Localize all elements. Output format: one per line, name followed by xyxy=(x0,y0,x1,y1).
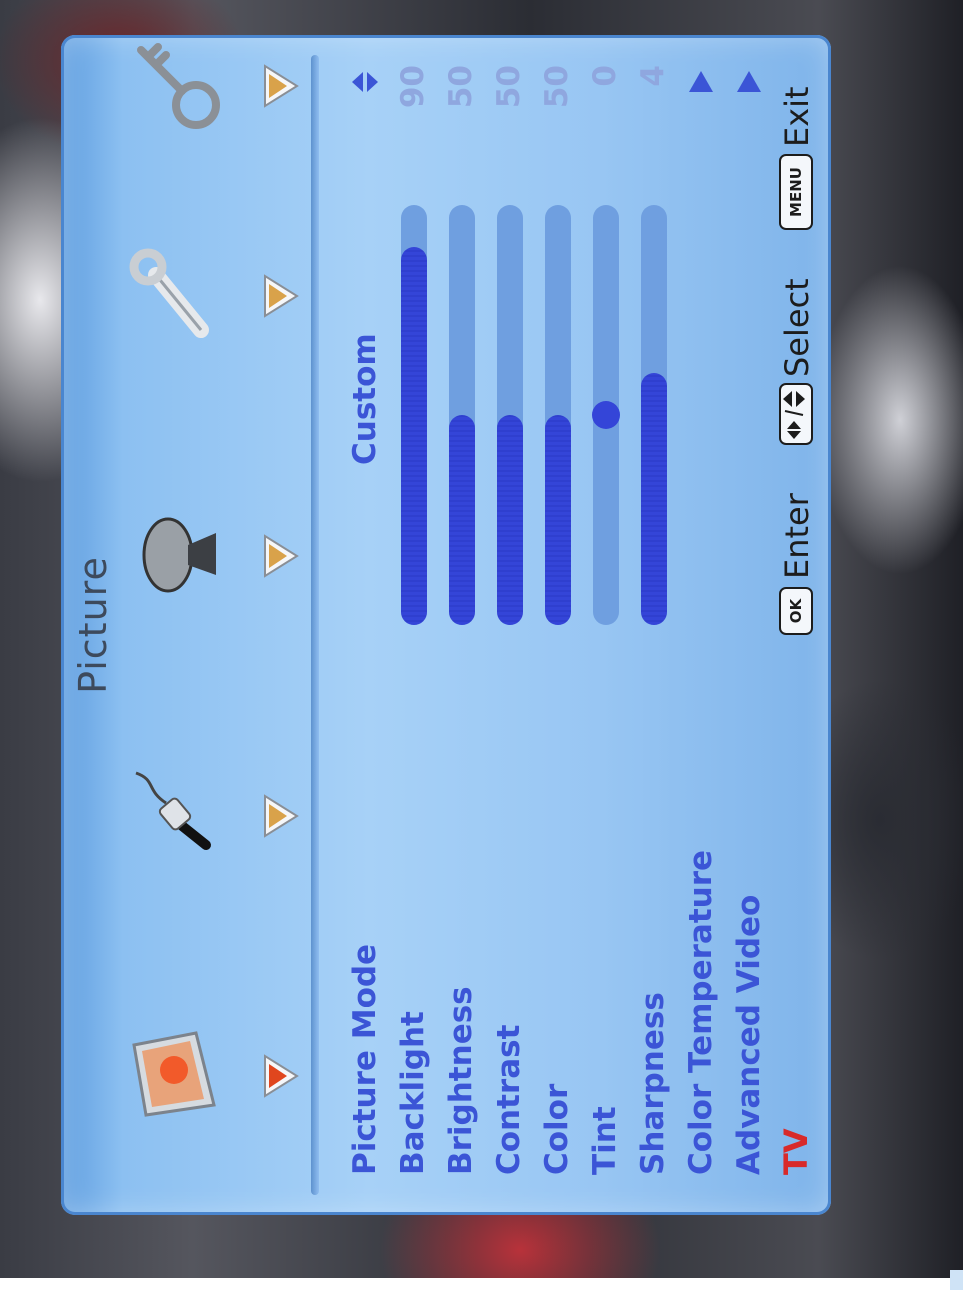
row-label: Color Temperature xyxy=(683,849,719,1175)
color-slider[interactable] xyxy=(545,205,571,625)
tab-setup[interactable] xyxy=(121,225,311,365)
osd-stage: Picture Picture Mode Custom Backlight 90… xyxy=(61,35,831,1215)
row-label: Brightness xyxy=(443,986,479,1175)
tab-pointer xyxy=(264,64,299,108)
divider xyxy=(311,55,319,1195)
submenu-arrow-icon xyxy=(689,71,713,92)
row-label: Tint xyxy=(587,1106,623,1175)
slider-fill xyxy=(449,415,475,625)
tint-value: 0 xyxy=(587,65,623,87)
row-label: Sharpness xyxy=(635,992,671,1175)
footer-help-bar: TV OK Enter Select MENU Exit xyxy=(771,35,823,1215)
slider-fill xyxy=(497,415,523,625)
backlight-slider[interactable] xyxy=(401,205,427,625)
wrench-icon xyxy=(129,248,209,338)
tab-pointer xyxy=(264,794,299,838)
row-color-temperature[interactable]: Color Temperature xyxy=(677,55,725,1185)
sharpness-slider[interactable] xyxy=(641,205,667,625)
row-advanced-video[interactable]: Advanced Video xyxy=(725,55,773,1185)
row-brightness[interactable]: Brightness 50 xyxy=(437,55,485,1185)
brightness-slider[interactable] xyxy=(449,205,475,625)
exit-hint: Exit xyxy=(778,86,816,147)
input-source-label: TV xyxy=(777,1128,815,1175)
row-tint[interactable]: Tint 0 xyxy=(581,55,629,1185)
select-hint: Select xyxy=(778,278,816,377)
tab-audio[interactable] xyxy=(121,745,311,885)
picture-tab-icon xyxy=(132,1031,216,1117)
menu-key-icon: MENU xyxy=(779,154,813,230)
audio-plug-icon xyxy=(135,771,211,850)
tint-knob[interactable] xyxy=(592,401,620,429)
tab-picture[interactable] xyxy=(121,1005,311,1145)
submenu-arrow-icon xyxy=(737,71,761,92)
sharpness-value: 4 xyxy=(635,65,671,87)
slider-fill xyxy=(545,415,571,625)
tab-pointer xyxy=(264,274,299,318)
row-label: Color xyxy=(539,1083,575,1175)
key-icon xyxy=(137,43,220,129)
frame-corner xyxy=(950,1270,963,1290)
menu-title: Picture xyxy=(71,556,115,694)
satellite-dish-icon xyxy=(142,517,216,593)
color-value: 50 xyxy=(539,65,575,109)
slider-fill xyxy=(641,373,667,625)
menu-tabs xyxy=(121,43,311,1155)
tint-slider[interactable] xyxy=(592,205,620,625)
row-backlight[interactable]: Backlight 90 xyxy=(389,55,437,1185)
direction-arrows-icon xyxy=(783,391,805,439)
tab-selected-pointer xyxy=(264,1054,299,1098)
row-label: Advanced Video xyxy=(731,894,767,1175)
tab-lock[interactable] xyxy=(121,15,311,155)
row-picture-mode[interactable]: Picture Mode Custom xyxy=(341,55,389,1185)
row-label: Picture Mode xyxy=(347,943,383,1175)
tab-channel[interactable] xyxy=(121,485,311,625)
arrow-keys-icon xyxy=(779,383,813,445)
picture-menu-panel: Picture Picture Mode Custom Backlight 90… xyxy=(61,35,831,1215)
row-sharpness[interactable]: Sharpness 4 xyxy=(629,55,677,1185)
picture-mode-value: Custom xyxy=(347,333,383,465)
slider-fill xyxy=(401,247,427,625)
ok-key-icon: OK xyxy=(779,587,813,635)
tab-pointer xyxy=(264,534,299,578)
contrast-value: 50 xyxy=(491,65,527,109)
contrast-slider[interactable] xyxy=(497,205,523,625)
row-label: Backlight xyxy=(395,1011,431,1175)
row-contrast[interactable]: Contrast 50 xyxy=(485,55,533,1185)
row-color[interactable]: Color 50 xyxy=(533,55,581,1185)
up-down-arrows-icon xyxy=(352,72,378,92)
row-label: Contrast xyxy=(491,1024,527,1175)
backlight-value: 90 xyxy=(395,65,431,109)
brightness-value: 50 xyxy=(443,65,479,109)
enter-hint: Enter xyxy=(778,493,816,579)
